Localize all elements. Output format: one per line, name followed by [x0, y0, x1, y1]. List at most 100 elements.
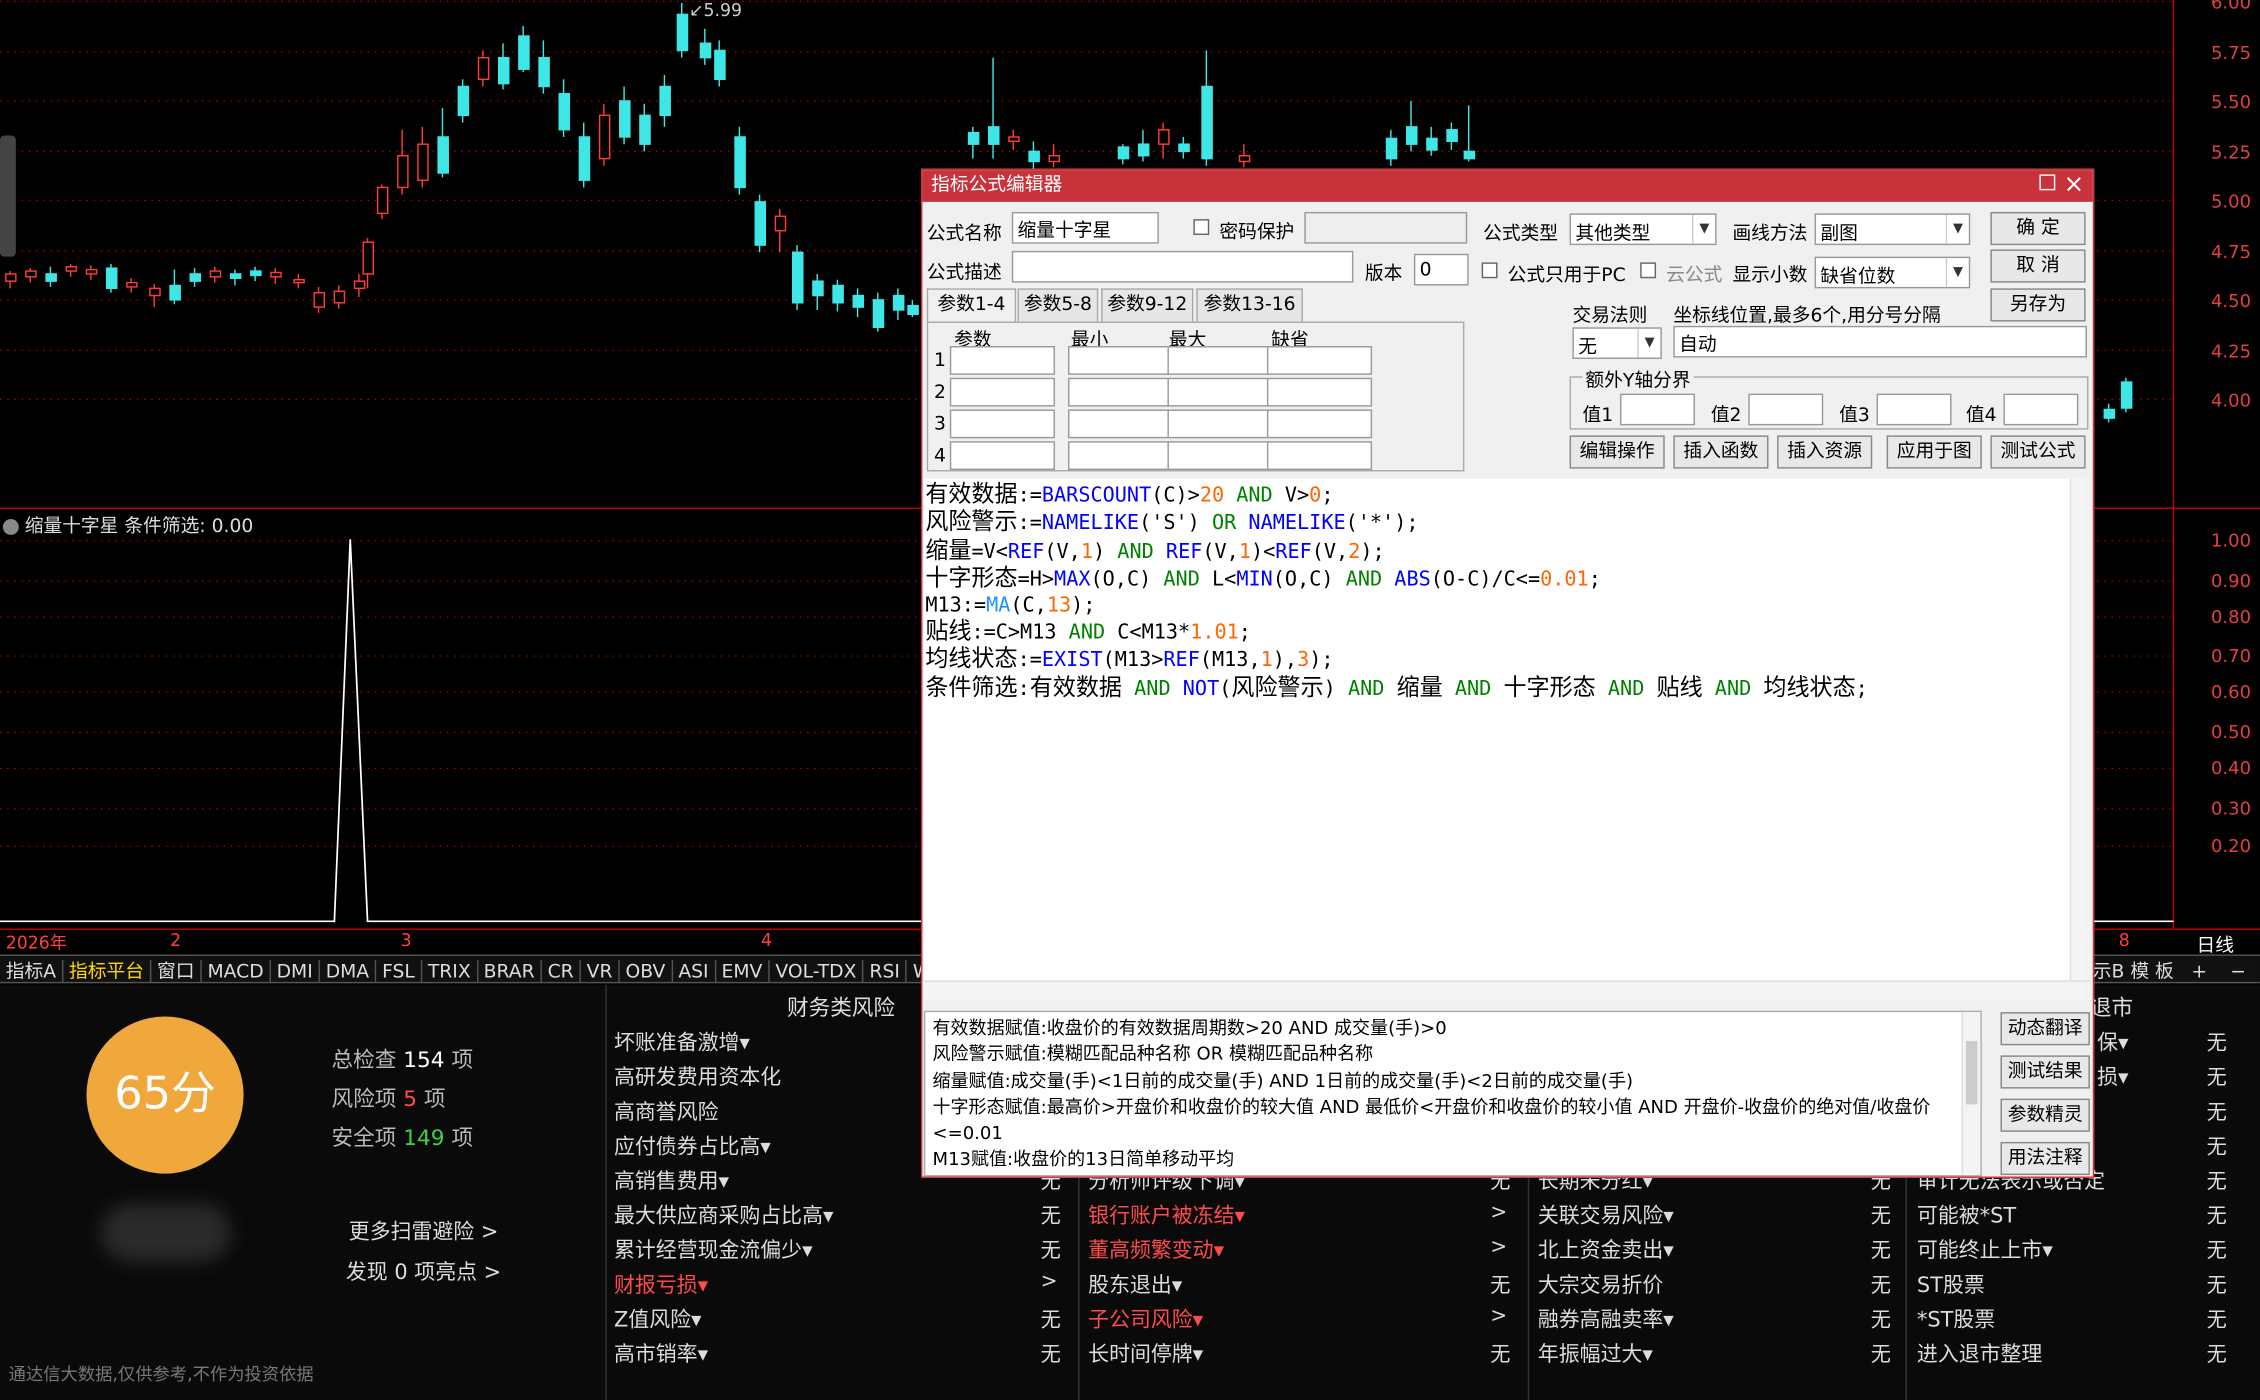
password-checkbox[interactable]	[1193, 219, 1210, 236]
risk-item[interactable]: 高研发费用资本化	[614, 1061, 781, 1091]
tab-params-1-4[interactable]: 参数1-4	[926, 288, 1017, 322]
desc-scrollbar[interactable]	[1961, 1012, 1981, 1176]
test-formula-button[interactable]: 测试公式	[1990, 435, 2086, 469]
left-scroll-handle[interactable]	[0, 135, 16, 257]
tab-emv[interactable]: EMV	[716, 960, 770, 982]
risk-item[interactable]: 高市销率▾	[614, 1338, 708, 1368]
draw-select[interactable]: 副图 ▼	[1814, 213, 1971, 246]
param-cell[interactable]	[1068, 409, 1174, 439]
risk-item[interactable]: 坏账准备激增▾	[614, 1027, 750, 1057]
tab-trix[interactable]: TRIX	[422, 960, 478, 982]
param-cell[interactable]	[949, 377, 1056, 407]
code-line[interactable]: 风险警示:=NAMELIKE('S') OR NAMELIKE('*');	[925, 509, 2075, 538]
tab-params-13-16[interactable]: 参数13-16	[1196, 288, 1303, 322]
risk-item[interactable]: 年振幅过大▾	[1538, 1338, 1653, 1368]
risk-item[interactable]: 保▾	[2097, 1027, 2128, 1057]
pc-only-checkbox[interactable]	[1481, 262, 1498, 279]
trade-select[interactable]: 无 ▼	[1572, 327, 1662, 360]
param-cell[interactable]	[949, 346, 1056, 375]
risk-item[interactable]: 子公司风险▾	[1088, 1303, 1203, 1333]
ok-button[interactable]: 确 定	[1990, 211, 2086, 246]
param-cell[interactable]	[949, 409, 1056, 439]
tab-指标平台[interactable]: 指标平台	[63, 960, 152, 982]
risk-item[interactable]: 可能终止上市▾	[1917, 1234, 2053, 1264]
period-label[interactable]: 日线	[2197, 930, 2234, 958]
risk-item[interactable]: 可能被*ST	[1917, 1200, 2016, 1230]
tab-params-9-12[interactable]: 参数9-12	[1101, 288, 1194, 322]
tab-vol-tdx[interactable]: VOL-TDX	[770, 960, 864, 982]
tab-窗口[interactable]: 窗口	[151, 960, 202, 982]
tab-macd[interactable]: MACD	[202, 960, 271, 982]
dynamic-translate-button[interactable]: 动态翻译	[2000, 1012, 2090, 1046]
code-line[interactable]: M13:=MA(C,13);	[925, 593, 2075, 618]
usage-notes-button[interactable]: 用法注释	[2000, 1141, 2090, 1176]
param-cell[interactable]	[1068, 377, 1174, 407]
maximize-icon[interactable]	[2039, 174, 2056, 191]
v1-input[interactable]	[1620, 393, 1695, 426]
param-cell[interactable]	[949, 441, 1056, 471]
minus-icon[interactable]: −	[2230, 962, 2246, 984]
risk-item[interactable]: 高销售费用▾	[614, 1165, 729, 1195]
add-icon[interactable]: +	[2191, 962, 2207, 984]
tab-template-b[interactable]: 示B	[2093, 962, 2125, 984]
risk-item[interactable]: 损▾	[2097, 1061, 2128, 1091]
formula-desc-input[interactable]	[1011, 250, 1354, 283]
risk-item[interactable]: 高商誉风险	[614, 1096, 718, 1126]
tab-dmi[interactable]: DMI	[271, 960, 320, 982]
apply-to-chart-button[interactable]: 应用于图	[1886, 435, 1982, 469]
tab-fsl[interactable]: FSL	[376, 960, 423, 982]
tab-vr[interactable]: VR	[581, 960, 620, 982]
highlights-link[interactable]: 发现 0 项亮点 >	[346, 1256, 501, 1286]
test-result-button[interactable]: 测试结果	[2000, 1055, 2090, 1089]
tab-params-5-8[interactable]: 参数5-8	[1017, 288, 1099, 322]
param-cell[interactable]	[1266, 409, 1373, 439]
param-cell[interactable]	[1167, 441, 1273, 471]
tab-brar[interactable]: BRAR	[478, 960, 542, 982]
tab-obv[interactable]: OBV	[620, 960, 673, 982]
v2-input[interactable]	[1748, 393, 1824, 426]
risk-item[interactable]: 大宗交易折价	[1538, 1269, 1663, 1299]
type-select[interactable]: 其他类型 ▼	[1569, 213, 1717, 246]
insert-resource-button[interactable]: 插入资源	[1777, 435, 1873, 469]
coord-input[interactable]	[1673, 325, 2088, 358]
risk-item[interactable]: 关联交易风险▾	[1538, 1200, 1674, 1230]
v4-input[interactable]	[2003, 393, 2079, 426]
edit-ops-button[interactable]: 编辑操作	[1569, 435, 1665, 469]
formula-code-editor[interactable]: 有效数据:=BARSCOUNT(C)>20 AND V>0; 风险警示:=NAME…	[923, 478, 2077, 991]
tab-dma[interactable]: DMA	[320, 960, 377, 982]
param-cell[interactable]	[1167, 377, 1273, 407]
code-line[interactable]: 均线状态:=EXIST(M13>REF(M13,1),3);	[925, 646, 2075, 675]
save-as-button[interactable]: 另存为	[1990, 288, 2086, 322]
param-cell[interactable]	[1266, 377, 1373, 407]
tab-rsi[interactable]: RSI	[864, 960, 908, 982]
param-cell[interactable]	[1167, 409, 1273, 439]
risk-item[interactable]: Z值风险▾	[614, 1303, 702, 1333]
code-line[interactable]: 缩量=V<REF(V,1) AND REF(V,1)<REF(V,2);	[925, 537, 2075, 566]
risk-item[interactable]: 银行账户被冻结▾	[1088, 1200, 1245, 1230]
risk-item[interactable]: ST股票	[1917, 1269, 1985, 1299]
risk-item[interactable]: 财报亏损▾	[614, 1269, 708, 1299]
risk-item[interactable]: 长时间停牌▾	[1088, 1338, 1203, 1368]
more-scan-link[interactable]: 更多扫雷避险 >	[349, 1215, 499, 1245]
password-input[interactable]	[1304, 211, 1468, 244]
risk-item[interactable]: 最大供应商采购占比高▾	[614, 1200, 833, 1230]
risk-item[interactable]: 应付债券占比高▾	[614, 1130, 771, 1160]
risk-item[interactable]: 董高频繁变动▾	[1088, 1234, 1224, 1264]
risk-item[interactable]: *ST股票	[1917, 1303, 1995, 1333]
code-line[interactable]: 条件筛选:有效数据 AND NOT(风险警示) AND 缩量 AND 十字形态 …	[925, 674, 2075, 703]
decimal-select[interactable]: 缺省位数 ▼	[1814, 256, 1971, 289]
param-wizard-button[interactable]: 参数精灵	[2000, 1098, 2090, 1132]
insert-function-button[interactable]: 插入函数	[1673, 435, 1769, 469]
param-cell[interactable]	[1167, 346, 1273, 375]
tab-cr[interactable]: CR	[542, 960, 581, 982]
risk-item[interactable]: 进入退市整理	[1917, 1338, 2042, 1368]
code-line[interactable]: 有效数据:=BARSCOUNT(C)>20 AND V>0;	[925, 481, 2075, 510]
code-line[interactable]: 贴线:=C>M13 AND C<M13*1.01;	[925, 618, 2075, 647]
dialog-titlebar[interactable]: 指标公式编辑器 ×	[922, 170, 2093, 202]
version-input[interactable]	[1413, 253, 1469, 286]
cancel-button[interactable]: 取 消	[1990, 249, 2086, 283]
param-cell[interactable]	[1266, 441, 1373, 471]
risk-item[interactable]: 融券高融卖率▾	[1538, 1303, 1674, 1333]
v3-input[interactable]	[1876, 393, 1952, 426]
param-cell[interactable]	[1266, 346, 1373, 375]
